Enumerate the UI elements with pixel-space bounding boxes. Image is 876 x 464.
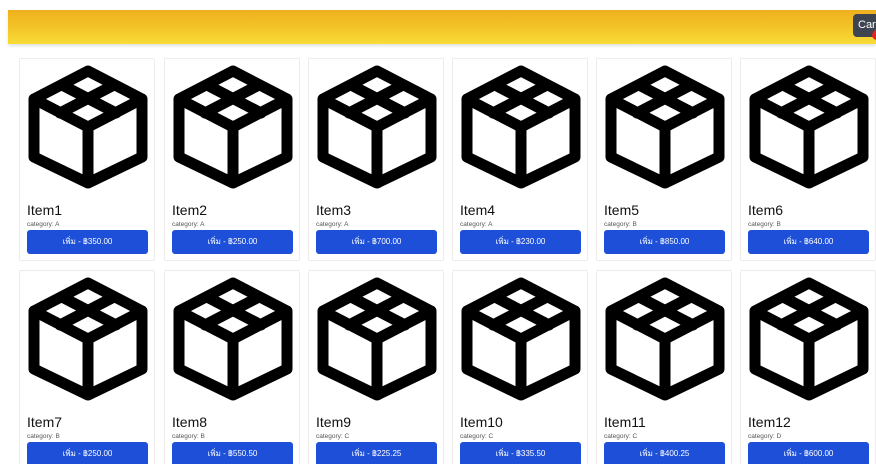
product-card: Item8 category: B เพิ่ม - ฿550.50 bbox=[164, 270, 300, 464]
product-category: category: B bbox=[172, 433, 205, 440]
product-name: Item9 bbox=[316, 414, 352, 430]
product-name: Item1 bbox=[27, 202, 63, 218]
product-category: category: D bbox=[748, 433, 782, 440]
add-to-cart-button[interactable]: เพิ่ม - ฿230.00 bbox=[460, 230, 581, 254]
add-to-cart-button[interactable]: เพิ่ม - ฿225.25 bbox=[316, 442, 437, 464]
product-card: Item11 category: C เพิ่ม - ฿400.25 bbox=[596, 270, 732, 464]
product-name: Item11 bbox=[604, 414, 646, 430]
product-card: Item7 category: B เพิ่ม - ฿250.00 bbox=[19, 270, 155, 464]
product-category: category: C bbox=[604, 433, 638, 440]
add-to-cart-button[interactable]: เพิ่ม - ฿400.25 bbox=[604, 442, 725, 464]
add-to-cart-button[interactable]: เพิ่ม - ฿350.00 bbox=[27, 230, 148, 254]
product-card: Item5 category: B เพิ่ม - ฿850.00 bbox=[596, 58, 732, 261]
product-name: Item7 bbox=[27, 414, 63, 430]
product-category: category: B bbox=[604, 221, 637, 228]
product-card: Item1 category: A เพิ่ม - ฿350.00 bbox=[19, 58, 155, 261]
product-name: Item5 bbox=[604, 202, 640, 218]
add-to-cart-button[interactable]: เพิ่ม - ฿550.50 bbox=[172, 442, 293, 464]
box-icon bbox=[461, 277, 581, 401]
product-card: Item6 category: B เพิ่ม - ฿640.00 bbox=[740, 58, 876, 261]
product-card: Item9 category: C เพิ่ม - ฿225.25 bbox=[308, 270, 444, 464]
box-icon bbox=[605, 277, 725, 401]
box-icon bbox=[28, 277, 148, 401]
product-name: Item6 bbox=[748, 202, 784, 218]
product-name: Item3 bbox=[316, 202, 352, 218]
product-card: Item12 category: D เพิ่ม - ฿600.00 bbox=[740, 270, 876, 464]
add-to-cart-button[interactable]: เพิ่ม - ฿850.00 bbox=[604, 230, 725, 254]
product-name: Item10 bbox=[460, 414, 503, 430]
product-card: Item10 category: C เพิ่ม - ฿335.50 bbox=[452, 270, 588, 464]
box-icon bbox=[28, 65, 148, 189]
add-to-cart-button[interactable]: เพิ่ม - ฿600.00 bbox=[748, 442, 869, 464]
product-category: category: C bbox=[460, 433, 494, 440]
cart-badge bbox=[872, 30, 876, 40]
product-name: Item4 bbox=[460, 202, 496, 218]
box-icon bbox=[749, 277, 869, 401]
add-to-cart-button[interactable]: เพิ่ม - ฿250.00 bbox=[27, 442, 148, 464]
product-name: Item2 bbox=[172, 202, 208, 218]
product-category: category: A bbox=[316, 221, 349, 228]
product-category: category: C bbox=[316, 433, 350, 440]
product-category: category: A bbox=[27, 221, 60, 228]
add-to-cart-button[interactable]: เพิ่ม - ฿250.00 bbox=[172, 230, 293, 254]
box-icon bbox=[461, 65, 581, 189]
product-card: Item4 category: A เพิ่ม - ฿230.00 bbox=[452, 58, 588, 261]
box-icon bbox=[317, 65, 437, 189]
box-icon bbox=[173, 277, 293, 401]
top-navbar bbox=[8, 10, 876, 44]
product-category: category: A bbox=[172, 221, 205, 228]
box-icon bbox=[173, 65, 293, 189]
product-category: category: A bbox=[460, 221, 493, 228]
product-card: Item3 category: A เพิ่ม - ฿700.00 bbox=[308, 58, 444, 261]
product-category: category: B bbox=[27, 433, 60, 440]
add-to-cart-button[interactable]: เพิ่ม - ฿700.00 bbox=[316, 230, 437, 254]
box-icon bbox=[605, 65, 725, 189]
product-category: category: B bbox=[748, 221, 781, 228]
add-to-cart-button[interactable]: เพิ่ม - ฿335.50 bbox=[460, 442, 581, 464]
product-name: Item12 bbox=[748, 414, 791, 430]
product-name: Item8 bbox=[172, 414, 208, 430]
product-card: Item2 category: A เพิ่ม - ฿250.00 bbox=[164, 58, 300, 261]
add-to-cart-button[interactable]: เพิ่ม - ฿640.00 bbox=[748, 230, 869, 254]
shop-page: Cart Item1 category: A เพิ่ม - ฿350.00 I… bbox=[0, 0, 876, 464]
box-icon bbox=[749, 65, 869, 189]
box-icon bbox=[317, 277, 437, 401]
